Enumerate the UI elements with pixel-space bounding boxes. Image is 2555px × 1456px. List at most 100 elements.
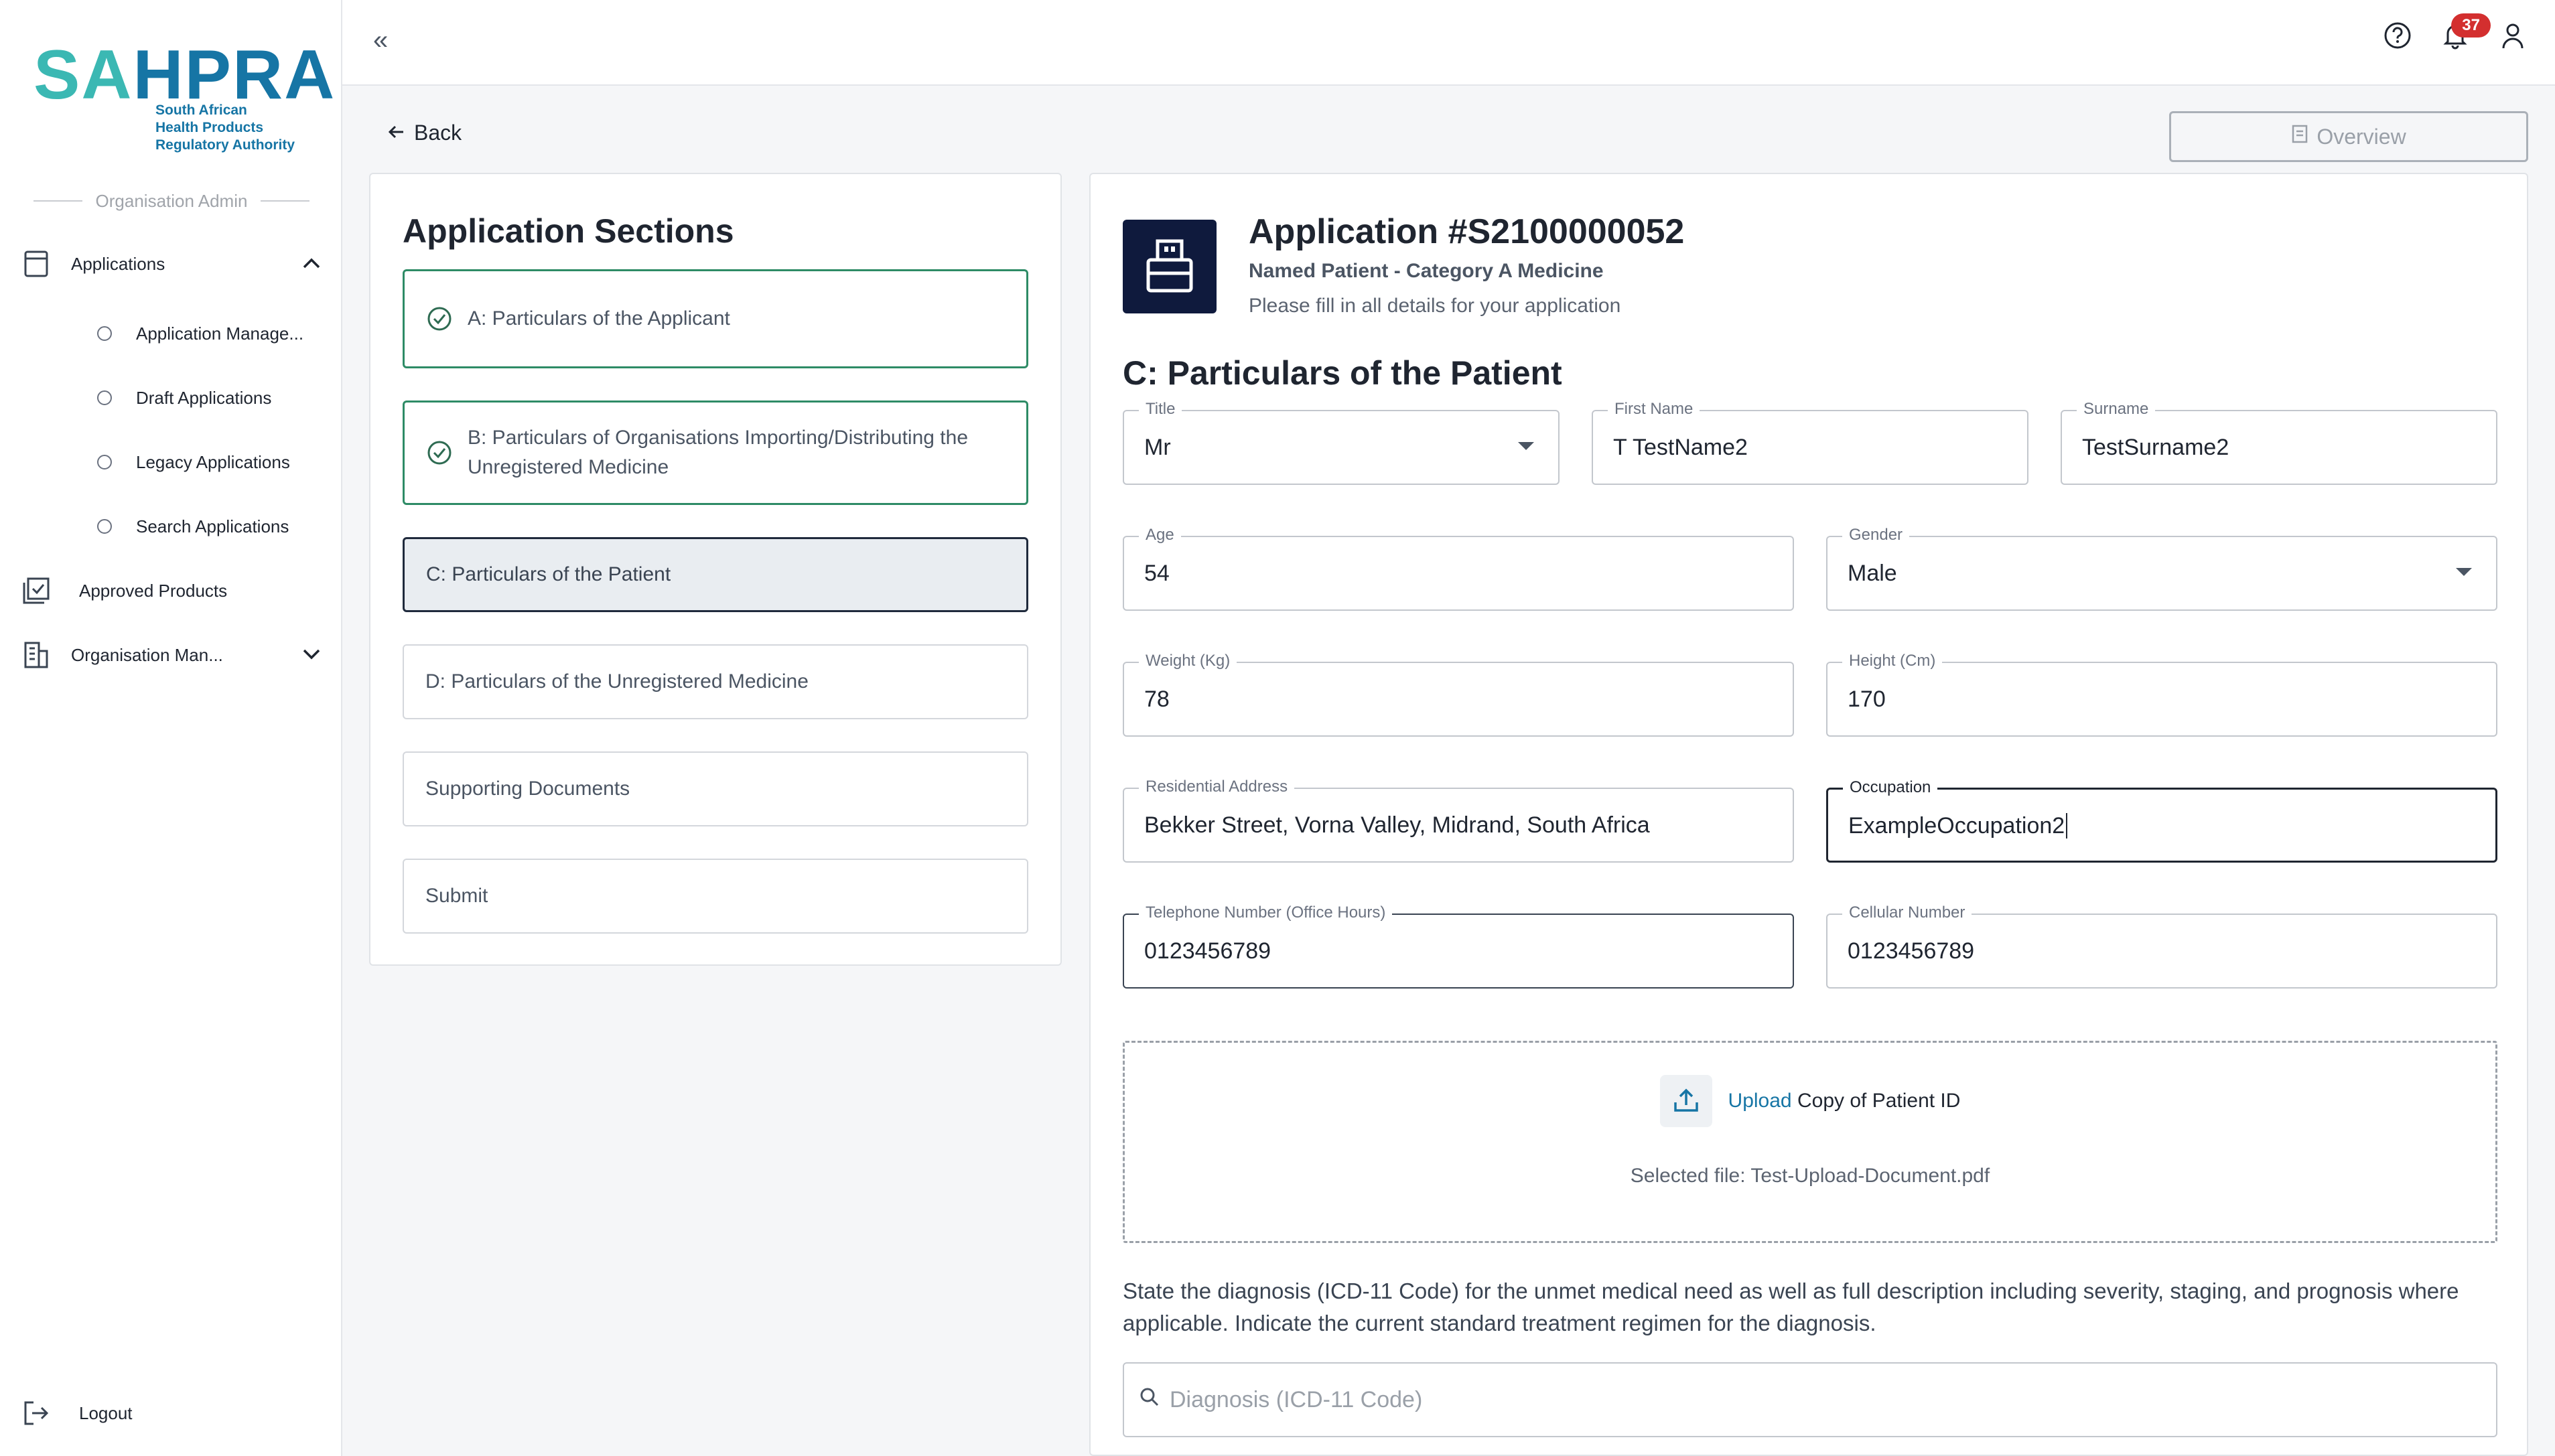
first-name-field[interactable]: First Name T TestName2 — [1592, 399, 2028, 485]
logo-tagline: South African Health Products Regulatory… — [155, 102, 295, 153]
upload-dropzone[interactable]: Upload Copy of Patient ID Selected file:… — [1123, 1041, 2497, 1243]
sidebar-subitem-label: Draft Applications — [136, 387, 272, 408]
title-select[interactable]: Title Mr — [1123, 399, 1560, 485]
first-name-value: T TestName2 — [1613, 434, 1748, 460]
age-value: 54 — [1144, 560, 1170, 586]
section-item-b[interactable]: B: Particulars of Organisations Importin… — [403, 401, 1028, 505]
sidebar-item-approved-products[interactable]: Approved Products — [20, 571, 227, 611]
sahpra-logo[interactable]: SAHPRA South African Health Products Reg… — [33, 40, 334, 161]
approved-products-icon — [20, 575, 52, 607]
back-label: Back — [414, 121, 462, 145]
section-item-label: B: Particulars of Organisations Importin… — [468, 427, 968, 478]
sidebar-item-applications[interactable]: Applications — [20, 244, 322, 284]
logout-button[interactable]: Logout — [20, 1393, 133, 1433]
sidebar-item-application-management[interactable]: Application Manage... — [97, 313, 303, 354]
dropdown-caret-icon — [2456, 568, 2472, 576]
gender-select[interactable]: Gender Male — [1826, 525, 2497, 611]
radio-circle-icon — [97, 326, 112, 341]
sidebar-item-draft-applications[interactable]: Draft Applications — [97, 378, 271, 418]
check-circle-icon — [427, 441, 452, 465]
sidebar-item-search-applications[interactable]: Search Applications — [97, 506, 289, 547]
upload-label: Upload Copy of Patient ID — [1728, 1090, 1961, 1112]
sections-title: Application Sections — [403, 212, 734, 250]
collapse-sidebar-icon[interactable]: « — [373, 25, 388, 56]
selected-file-text: Selected file: Test-Upload-Document.pdf — [1630, 1165, 1990, 1187]
applications-icon — [20, 248, 52, 280]
top-bar: « 37 — [342, 0, 2555, 86]
section-item-label: Supporting Documents — [425, 778, 630, 800]
section-item-label: A: Particulars of the Applicant — [468, 307, 730, 330]
section-item-a[interactable]: A: Particulars of the Applicant — [403, 269, 1028, 368]
radio-circle-icon — [97, 390, 112, 405]
residential-address-field[interactable]: Residential Address Bekker Street, Vorna… — [1123, 777, 1794, 863]
age-field[interactable]: Age 54 — [1123, 525, 1794, 611]
help-icon[interactable] — [2382, 20, 2413, 54]
occupation-field[interactable]: Occupation ExampleOccupation2 — [1826, 778, 2497, 863]
sidebar-item-applications-label: Applications — [71, 253, 165, 274]
application-title: Application #S2100000052 — [1249, 212, 1685, 251]
logout-icon — [20, 1397, 52, 1429]
arrow-left-icon — [387, 121, 406, 145]
dropdown-caret-icon — [1518, 442, 1534, 450]
logo-wordmark: SAHPRA — [33, 36, 336, 114]
section-item-d[interactable]: D: Particulars of the Unregistered Medic… — [403, 644, 1028, 719]
telephone-field[interactable]: Telephone Number (Office Hours) 01234567… — [1123, 903, 1794, 989]
sidebar-item-legacy-applications[interactable]: Legacy Applications — [97, 442, 290, 482]
section-item-label: C: Particulars of the Patient — [426, 563, 671, 585]
section-item-label: Submit — [425, 885, 488, 907]
section-item-submit[interactable]: Submit — [403, 859, 1028, 934]
overview-button[interactable]: Overview — [2169, 111, 2528, 162]
section-item-label: D: Particulars of the Unregistered Medic… — [425, 670, 809, 693]
chevron-up-icon[interactable] — [301, 254, 322, 275]
sidebar-item-label: Approved Products — [79, 580, 228, 601]
surname-value: TestSurname2 — [2082, 434, 2229, 460]
sidebar: SAHPRA South African Health Products Reg… — [0, 0, 342, 1456]
upload-text: Copy of Patient ID — [1797, 1090, 1961, 1112]
diagnosis-placeholder: Diagnosis (ICD-11 Code) — [1170, 1386, 1423, 1412]
sidebar-item-label: Organisation Man... — [71, 644, 223, 665]
section-heading: C: Particulars of the Patient — [1123, 354, 1562, 392]
application-avatar — [1123, 220, 1217, 313]
notification-badge: 37 — [2451, 13, 2491, 38]
gender-value: Male — [1848, 560, 1897, 586]
radio-circle-icon — [97, 455, 112, 469]
upload-icon[interactable] — [1659, 1075, 1712, 1127]
diagnosis-search-input[interactable]: Diagnosis (ICD-11 Code) — [1123, 1362, 2497, 1437]
radio-circle-icon — [97, 519, 112, 534]
height-field[interactable]: Height (Cm) 170 — [1826, 651, 2497, 737]
section-item-supporting-documents[interactable]: Supporting Documents — [403, 751, 1028, 826]
back-button[interactable]: Back — [387, 121, 462, 145]
check-circle-icon — [427, 307, 452, 331]
occupation-value-wrap: ExampleOccupation2 — [1848, 790, 2068, 862]
overview-label: Overview — [2317, 124, 2406, 149]
application-form-panel: Application #S2100000052 Named Patient -… — [1089, 173, 2528, 1456]
diagnosis-instructions: State the diagnosis (ICD-11 Code) for th… — [1123, 1279, 2459, 1335]
surname-field[interactable]: Surname TestSurname2 — [2061, 399, 2497, 485]
upload-link[interactable]: Upload — [1728, 1090, 1792, 1112]
section-item-c[interactable]: C: Particulars of the Patient — [403, 537, 1028, 612]
title-value: Mr — [1144, 434, 1171, 460]
cellular-field[interactable]: Cellular Number 0123456789 — [1826, 903, 2497, 989]
role-label: Organisation Admin — [33, 188, 309, 214]
application-subtitle: Named Patient - Category A Medicine — [1249, 260, 1604, 282]
application-sections-panel: Application Sections A: Particulars of t… — [369, 173, 1062, 966]
building-icon — [20, 639, 52, 671]
user-profile-icon[interactable] — [2497, 20, 2528, 54]
upload-row: Upload Copy of Patient ID — [1125, 1075, 2495, 1127]
search-icon — [1139, 1386, 1160, 1414]
occupation-value: ExampleOccupation2 — [1848, 812, 2065, 839]
logout-label: Logout — [79, 1402, 133, 1423]
document-icon — [2291, 124, 2308, 149]
text-cursor — [2066, 813, 2068, 839]
sidebar-subitem-label: Legacy Applications — [136, 451, 290, 472]
cellular-value: 0123456789 — [1848, 938, 1975, 964]
sidebar-subitem-label: Application Manage... — [136, 323, 304, 344]
chevron-down-icon[interactable] — [301, 645, 322, 666]
sidebar-subitem-label: Search Applications — [136, 516, 289, 536]
telephone-value: 0123456789 — [1144, 938, 1271, 964]
height-value: 170 — [1848, 686, 1886, 712]
sidebar-item-organisation[interactable]: Organisation Man... — [20, 635, 322, 675]
address-value: Bekker Street, Vorna Valley, Midrand, So… — [1144, 812, 1650, 838]
weight-field[interactable]: Weight (Kg) 78 — [1123, 651, 1794, 737]
application-description: Please fill in all details for your appl… — [1249, 295, 1621, 317]
